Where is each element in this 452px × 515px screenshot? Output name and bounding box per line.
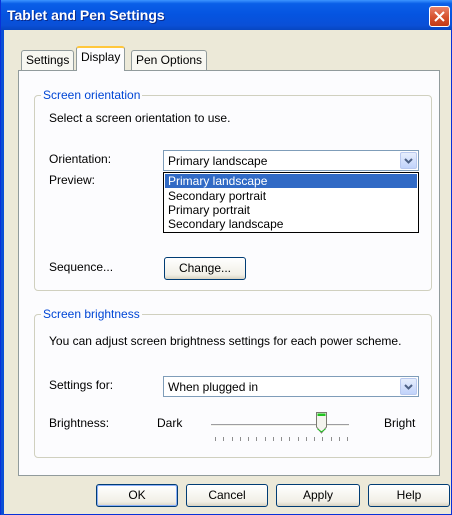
tab-display[interactable]: Display [76, 46, 126, 71]
slider-thumb-icon[interactable] [315, 412, 327, 434]
window-frame-left [1, 30, 4, 515]
orientation-dropdown-button[interactable] [400, 152, 417, 169]
orientation-option-primary-landscape[interactable]: Primary landscape [165, 174, 417, 188]
apply-button[interactable]: Apply [276, 484, 360, 507]
power-scheme-selected-value: When plugged in [168, 380, 259, 394]
slider-tick [305, 437, 307, 441]
slider-tick [322, 437, 324, 441]
slider-tick [231, 437, 233, 441]
orientation-select[interactable]: Primary landscape [163, 150, 419, 171]
orientation-selected-value: Primary landscape [168, 154, 268, 168]
orientation-label: Orientation: [49, 152, 112, 166]
brightness-dark-label: Dark [157, 416, 183, 430]
slider-tick [330, 437, 332, 441]
settings-for-label: Settings for: [49, 378, 114, 392]
tab-pen-options[interactable]: Pen Options [131, 50, 208, 70]
title-bar[interactable]: Tablet and Pen Settings [1, 0, 452, 30]
power-scheme-select[interactable]: When plugged in [163, 376, 419, 397]
slider-tick [338, 437, 340, 441]
window-title: Tablet and Pen Settings [7, 7, 165, 23]
slider-tick [281, 437, 282, 441]
slider-tick [347, 437, 348, 441]
preview-label: Preview: [49, 173, 96, 187]
tab-settings[interactable]: Settings [21, 50, 75, 70]
power-scheme-dropdown-button[interactable] [400, 378, 417, 395]
slider-tick [248, 437, 249, 441]
brightness-label: Brightness: [49, 416, 110, 430]
tab-pen-options-label: Pen Options [136, 53, 203, 67]
chevron-down-icon [404, 158, 413, 164]
slider-tick [223, 437, 225, 441]
ok-button[interactable]: OK [96, 484, 178, 507]
sequence-label: Sequence... [49, 260, 114, 274]
close-icon [434, 11, 445, 22]
orientation-dropdown-list[interactable]: Primary landscape Secondary portrait Pri… [163, 172, 419, 233]
help-button[interactable]: Help [368, 484, 450, 507]
close-button[interactable] [429, 6, 450, 27]
slider-tick [256, 437, 258, 441]
brightness-bright-label: Bright [384, 416, 416, 430]
slider-tick [215, 437, 216, 441]
cancel-button[interactable]: Cancel [186, 484, 268, 507]
tablet-pen-settings-window: Tablet and Pen Settings Settings Display… [0, 0, 452, 515]
tab-display-label: Display [81, 50, 121, 64]
slider-tick [272, 437, 274, 441]
screen-orientation-title: Screen orientation [41, 88, 143, 102]
slider-tick [314, 437, 315, 441]
brightness-slider-track[interactable] [211, 424, 349, 427]
orientation-instruction: Select a screen orientation to use. [49, 111, 231, 125]
change-sequence-button[interactable]: Change... [164, 257, 246, 280]
chevron-down-icon [404, 384, 413, 390]
screen-brightness-title: Screen brightness [41, 307, 142, 321]
brightness-instruction: You can adjust screen brightness setting… [49, 334, 402, 348]
slider-tick [264, 437, 266, 441]
orientation-option-secondary-landscape[interactable]: Secondary landscape [165, 217, 417, 231]
slider-tick [297, 437, 299, 441]
slider-tick [239, 437, 241, 441]
orientation-option-primary-portrait[interactable]: Primary portrait [165, 203, 417, 217]
slider-tick [289, 437, 291, 441]
orientation-option-secondary-portrait[interactable]: Secondary portrait [165, 189, 417, 203]
tab-settings-label: Settings [26, 53, 70, 67]
